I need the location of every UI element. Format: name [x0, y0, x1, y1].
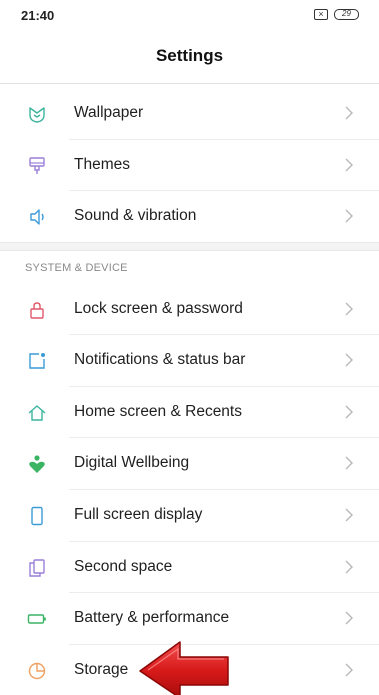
settings-item-battery-performance[interactable]: Battery & performance — [0, 593, 379, 644]
themes-brush-icon — [27, 156, 47, 176]
settings-item-label: Home screen & Recents — [74, 403, 242, 420]
settings-item-label: Battery & performance — [74, 609, 230, 626]
wallpaper-icon — [27, 104, 47, 124]
chevron-right-icon — [343, 662, 355, 678]
wellbeing-icon — [27, 454, 47, 474]
settings-item-digital-wellbeing[interactable]: Digital Wellbeing — [0, 438, 379, 489]
red-arrow-icon — [138, 640, 240, 695]
home-icon — [27, 403, 47, 423]
settings-item-label: Digital Wellbeing — [74, 454, 190, 471]
settings-item-home-screen[interactable]: Home screen & Recents — [0, 387, 379, 438]
chevron-right-icon — [343, 301, 355, 317]
settings-item-label: Second space — [74, 558, 173, 575]
chevron-right-icon — [343, 507, 355, 523]
chevron-right-icon — [343, 404, 355, 420]
settings-item-sound-vibration[interactable]: Sound & vibration — [0, 191, 379, 242]
settings-item-notifications[interactable]: Notifications & status bar — [0, 335, 379, 386]
settings-item-label: Notifications & status bar — [74, 351, 246, 368]
chevron-right-icon — [343, 559, 355, 575]
settings-item-full-screen-display[interactable]: Full screen display — [0, 490, 379, 541]
chevron-right-icon — [343, 208, 355, 224]
phone-icon — [27, 506, 47, 526]
chevron-right-icon — [343, 610, 355, 626]
chevron-right-icon — [343, 352, 355, 368]
title-bar: Settings — [0, 30, 379, 84]
settings-item-label: Themes — [74, 156, 130, 173]
page-title: Settings — [155, 46, 224, 65]
chevron-right-icon — [343, 105, 355, 121]
settings-item-label: Storage — [74, 661, 129, 678]
settings-item-label: Sound & vibration — [74, 207, 197, 224]
lock-icon — [27, 300, 47, 320]
section-title: SYSTEM & DEVICE — [25, 262, 128, 274]
section-separator — [0, 242, 379, 251]
status-time: 21:40 — [21, 8, 55, 23]
storage-pie-icon — [27, 661, 47, 681]
settings-item-lock-screen[interactable]: Lock screen & password — [0, 284, 379, 335]
sim-x-icon: × — [314, 9, 328, 20]
chevron-right-icon — [343, 455, 355, 471]
second-space-icon — [27, 558, 47, 578]
notification-icon — [27, 351, 47, 371]
speaker-icon — [27, 207, 47, 227]
battery-icon — [27, 609, 47, 629]
chevron-right-icon — [343, 157, 355, 173]
settings-item-label: Wallpaper — [74, 104, 144, 121]
battery-indicator: 29 — [334, 9, 359, 20]
settings-item-second-space[interactable]: Second space — [0, 542, 379, 593]
settings-item-label: Lock screen & password — [74, 300, 243, 317]
settings-item-wallpaper[interactable]: Wallpaper — [0, 88, 379, 139]
settings-item-themes[interactable]: Themes — [0, 140, 379, 191]
settings-item-label: Full screen display — [74, 506, 203, 523]
status-bar: 21:40 × 29 — [0, 0, 379, 30]
